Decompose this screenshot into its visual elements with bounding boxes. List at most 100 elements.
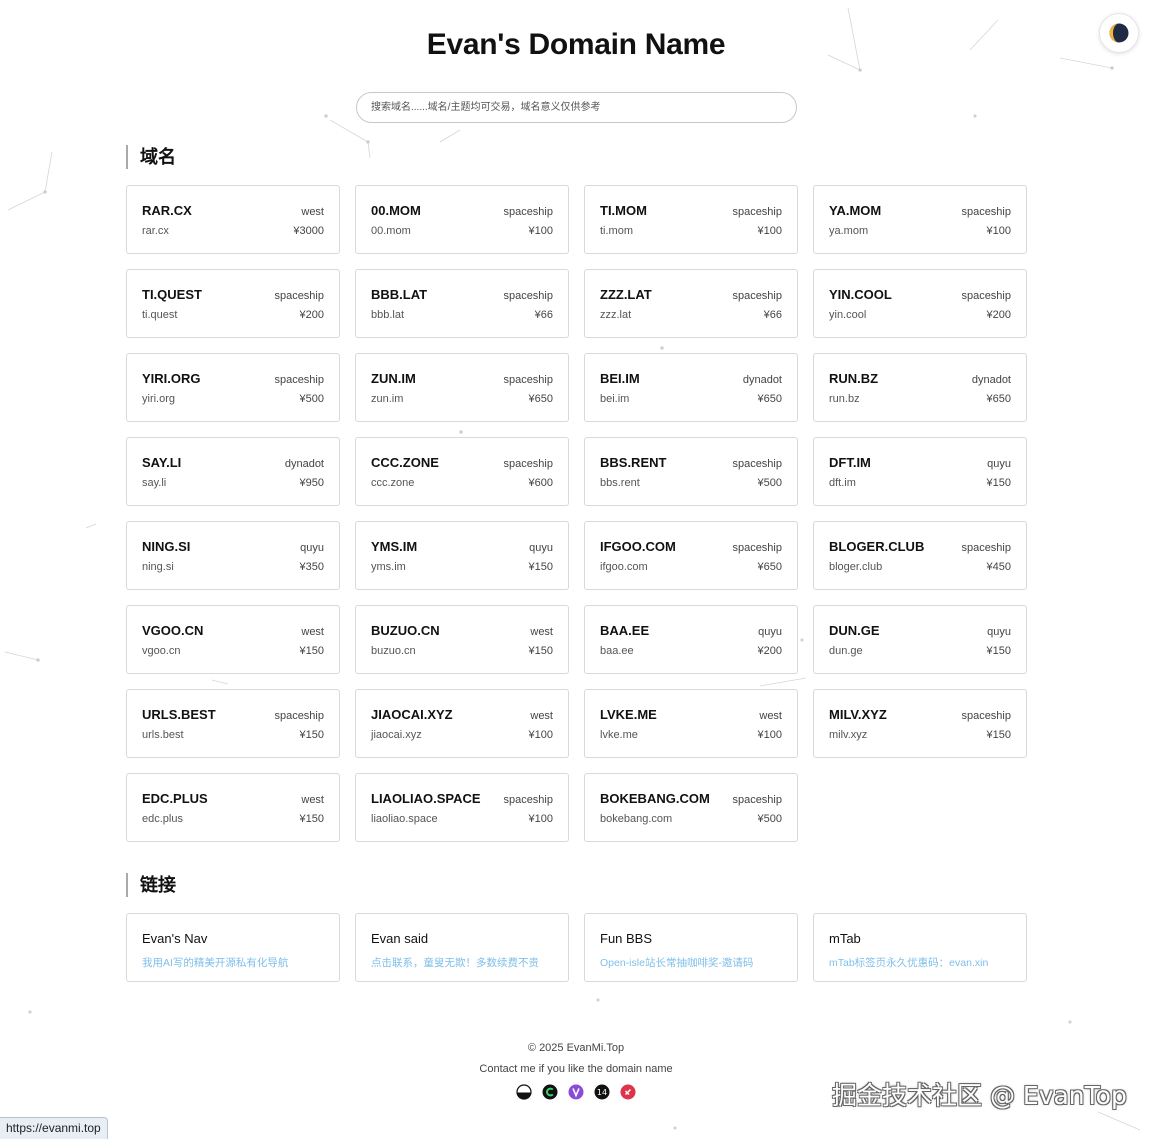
domain-lowercase: liaoliao.space [371, 813, 438, 825]
domain-name: SAY.LI [142, 455, 182, 470]
domain-lowercase: say.li [142, 477, 167, 489]
domain-lowercase: dun.ge [829, 645, 863, 657]
domain-card[interactable]: BAA.EE quyu baa.ee ¥200 [584, 605, 798, 674]
link-card[interactable]: Evan's Nav 我用AI写的精美开源私有化导航 [126, 913, 340, 982]
domain-card[interactable]: BUZUO.CN west buzuo.cn ¥150 [355, 605, 569, 674]
domain-card[interactable]: DUN.GE quyu dun.ge ¥150 [813, 605, 1027, 674]
domain-name: ZZZ.LAT [600, 287, 652, 302]
domain-registrar: spaceship [274, 290, 324, 302]
domain-registrar: spaceship [732, 206, 782, 218]
domain-price: ¥150 [528, 645, 553, 657]
domain-lowercase: bbs.rent [600, 477, 640, 489]
domain-registrar: spaceship [274, 374, 324, 386]
domain-price: ¥650 [528, 393, 553, 405]
domain-registrar: spaceship [961, 206, 1011, 218]
domain-registrar: dynadot [742, 374, 782, 386]
domain-name: BUZUO.CN [371, 623, 440, 638]
domain-registrar: spaceship [503, 290, 553, 302]
domain-registrar: spaceship [732, 290, 782, 302]
domain-registrar: quyu [529, 542, 553, 554]
domain-card[interactable]: TI.MOM spaceship ti.mom ¥100 [584, 185, 798, 254]
domain-registrar: spaceship [732, 542, 782, 554]
domain-card[interactable]: LVKE.ME west lvke.me ¥100 [584, 689, 798, 758]
domain-card[interactable]: 00.MOM spaceship 00.mom ¥100 [355, 185, 569, 254]
domain-name: 00.MOM [371, 203, 421, 218]
domain-card[interactable]: SAY.LI dynadot say.li ¥950 [126, 437, 340, 506]
domain-registrar: quyu [987, 458, 1011, 470]
domain-registrar: west [759, 710, 782, 722]
domain-lowercase: run.bz [829, 393, 860, 405]
domain-price: ¥100 [528, 225, 553, 237]
domain-name: TI.MOM [600, 203, 647, 218]
domain-card[interactable]: NING.SI quyu ning.si ¥350 [126, 521, 340, 590]
domain-grid: RAR.CX west rar.cx ¥3000 00.MOM spaceship 00.m… [126, 185, 1027, 842]
wechat-icon[interactable] [542, 1084, 558, 1100]
site-title: Evan's Domain Name [426, 28, 726, 61]
domain-lowercase: yiri.org [142, 393, 176, 405]
domain-card[interactable]: ZUN.IM spaceship zun.im ¥650 [355, 353, 569, 422]
domain-card[interactable]: MILV.XYZ spaceship milv.xyz ¥150 [813, 689, 1027, 758]
link-card[interactable]: Evan said 点击联系，童叟无欺！多数续费不贵 [355, 913, 569, 982]
domain-price: ¥200 [299, 309, 324, 321]
domain-lowercase: ya.mom [829, 225, 869, 237]
domain-card[interactable]: BLOGER.CLUB spaceship bloger.club ¥450 [813, 521, 1027, 590]
v2ex-icon[interactable]: 14 [594, 1084, 610, 1100]
domain-card[interactable]: RAR.CX west rar.cx ¥3000 [126, 185, 340, 254]
domain-card[interactable]: BBB.LAT spaceship bbb.lat ¥66 [355, 269, 569, 338]
domain-card[interactable]: BBS.RENT spaceship bbs.rent ¥500 [584, 437, 798, 506]
footer-contact: Contact me if you like the domain name [479, 1063, 673, 1075]
link-description: mTab标签页永久优惠码：evan.xin [829, 957, 989, 969]
search-input[interactable] [356, 92, 797, 123]
domain-lowercase: lvke.me [600, 729, 638, 741]
domain-name: IFGOO.COM [600, 539, 676, 554]
domain-card[interactable]: CCC.ZONE spaceship ccc.zone ¥600 [355, 437, 569, 506]
domain-lowercase: jiaocai.xyz [371, 729, 422, 741]
domain-registrar: west [530, 710, 553, 722]
domain-registrar: spaceship [961, 542, 1011, 554]
domain-price: ¥950 [299, 477, 324, 489]
domain-price: ¥66 [534, 309, 553, 321]
domain-card[interactable]: BEI.IM dynadot bei.im ¥650 [584, 353, 798, 422]
domain-card[interactable]: LIAOLIAO.SPACE spaceship liaoliao.space ¥10… [355, 773, 569, 842]
domain-name: RUN.BZ [829, 371, 879, 386]
domain-name: BOKEBANG.COM [600, 791, 710, 806]
domain-card[interactable]: EDC.PLUS west edc.plus ¥150 [126, 773, 340, 842]
domain-registrar: spaceship [503, 206, 553, 218]
linux-do-icon[interactable] [568, 1084, 584, 1100]
domain-card[interactable]: JIAOCAI.XYZ west jiaocai.xyz ¥100 [355, 689, 569, 758]
domain-price: ¥3000 [293, 225, 324, 237]
domain-price: ¥100 [528, 729, 553, 741]
domain-name: YA.MOM [829, 203, 882, 218]
domain-card[interactable]: DFT.IM quyu dft.im ¥150 [813, 437, 1027, 506]
domain-name: BLOGER.CLUB [829, 539, 925, 554]
domain-price: ¥500 [299, 393, 324, 405]
domain-card[interactable]: BOKEBANG.COM spaceship bokebang.com ¥500 [584, 773, 798, 842]
juejin-icon[interactable] [516, 1084, 532, 1100]
domain-card[interactable]: IFGOO.COM spaceship ifgoo.com ¥650 [584, 521, 798, 590]
link-card[interactable]: Fun BBS Open-isle站长常抽咖啡奖-邀请码 [584, 913, 798, 982]
domain-registrar: spaceship [732, 458, 782, 470]
domain-price: ¥500 [757, 477, 782, 489]
link-description: Open-isle站长常抽咖啡奖-邀请码 [600, 957, 754, 969]
domain-card[interactable]: YMS.IM quyu yms.im ¥150 [355, 521, 569, 590]
link-card[interactable]: mTab mTab标签页永久优惠码：evan.xin [813, 913, 1027, 982]
domain-card[interactable]: RUN.BZ dynadot run.bz ¥650 [813, 353, 1027, 422]
domain-lowercase: rar.cx [142, 225, 169, 237]
domain-price: ¥600 [528, 477, 553, 489]
domain-card[interactable]: YIRI.ORG spaceship yiri.org ¥500 [126, 353, 340, 422]
domain-registrar: spaceship [961, 290, 1011, 302]
domain-lowercase: zzz.lat [600, 309, 632, 321]
weibo-icon[interactable] [620, 1084, 636, 1100]
domain-card[interactable]: YA.MOM spaceship ya.mom ¥100 [813, 185, 1027, 254]
domain-card[interactable]: TI.QUEST spaceship ti.quest ¥200 [126, 269, 340, 338]
domain-registrar: quyu [987, 626, 1011, 638]
domain-name: DUN.GE [829, 623, 880, 638]
footer-copyright: © 2025 EvanMi.Top [527, 1042, 625, 1054]
link-name: Evan's Nav [142, 931, 208, 946]
domain-card[interactable]: VGOO.CN west vgoo.cn ¥150 [126, 605, 340, 674]
domain-card[interactable]: YIN.COOL spaceship yin.cool ¥200 [813, 269, 1027, 338]
domain-card[interactable]: ZZZ.LAT spaceship zzz.lat ¥66 [584, 269, 798, 338]
domain-name: YIN.COOL [829, 287, 892, 302]
domain-lowercase: ning.si [142, 561, 174, 573]
domain-card[interactable]: URLS.BEST spaceship urls.best ¥150 [126, 689, 340, 758]
